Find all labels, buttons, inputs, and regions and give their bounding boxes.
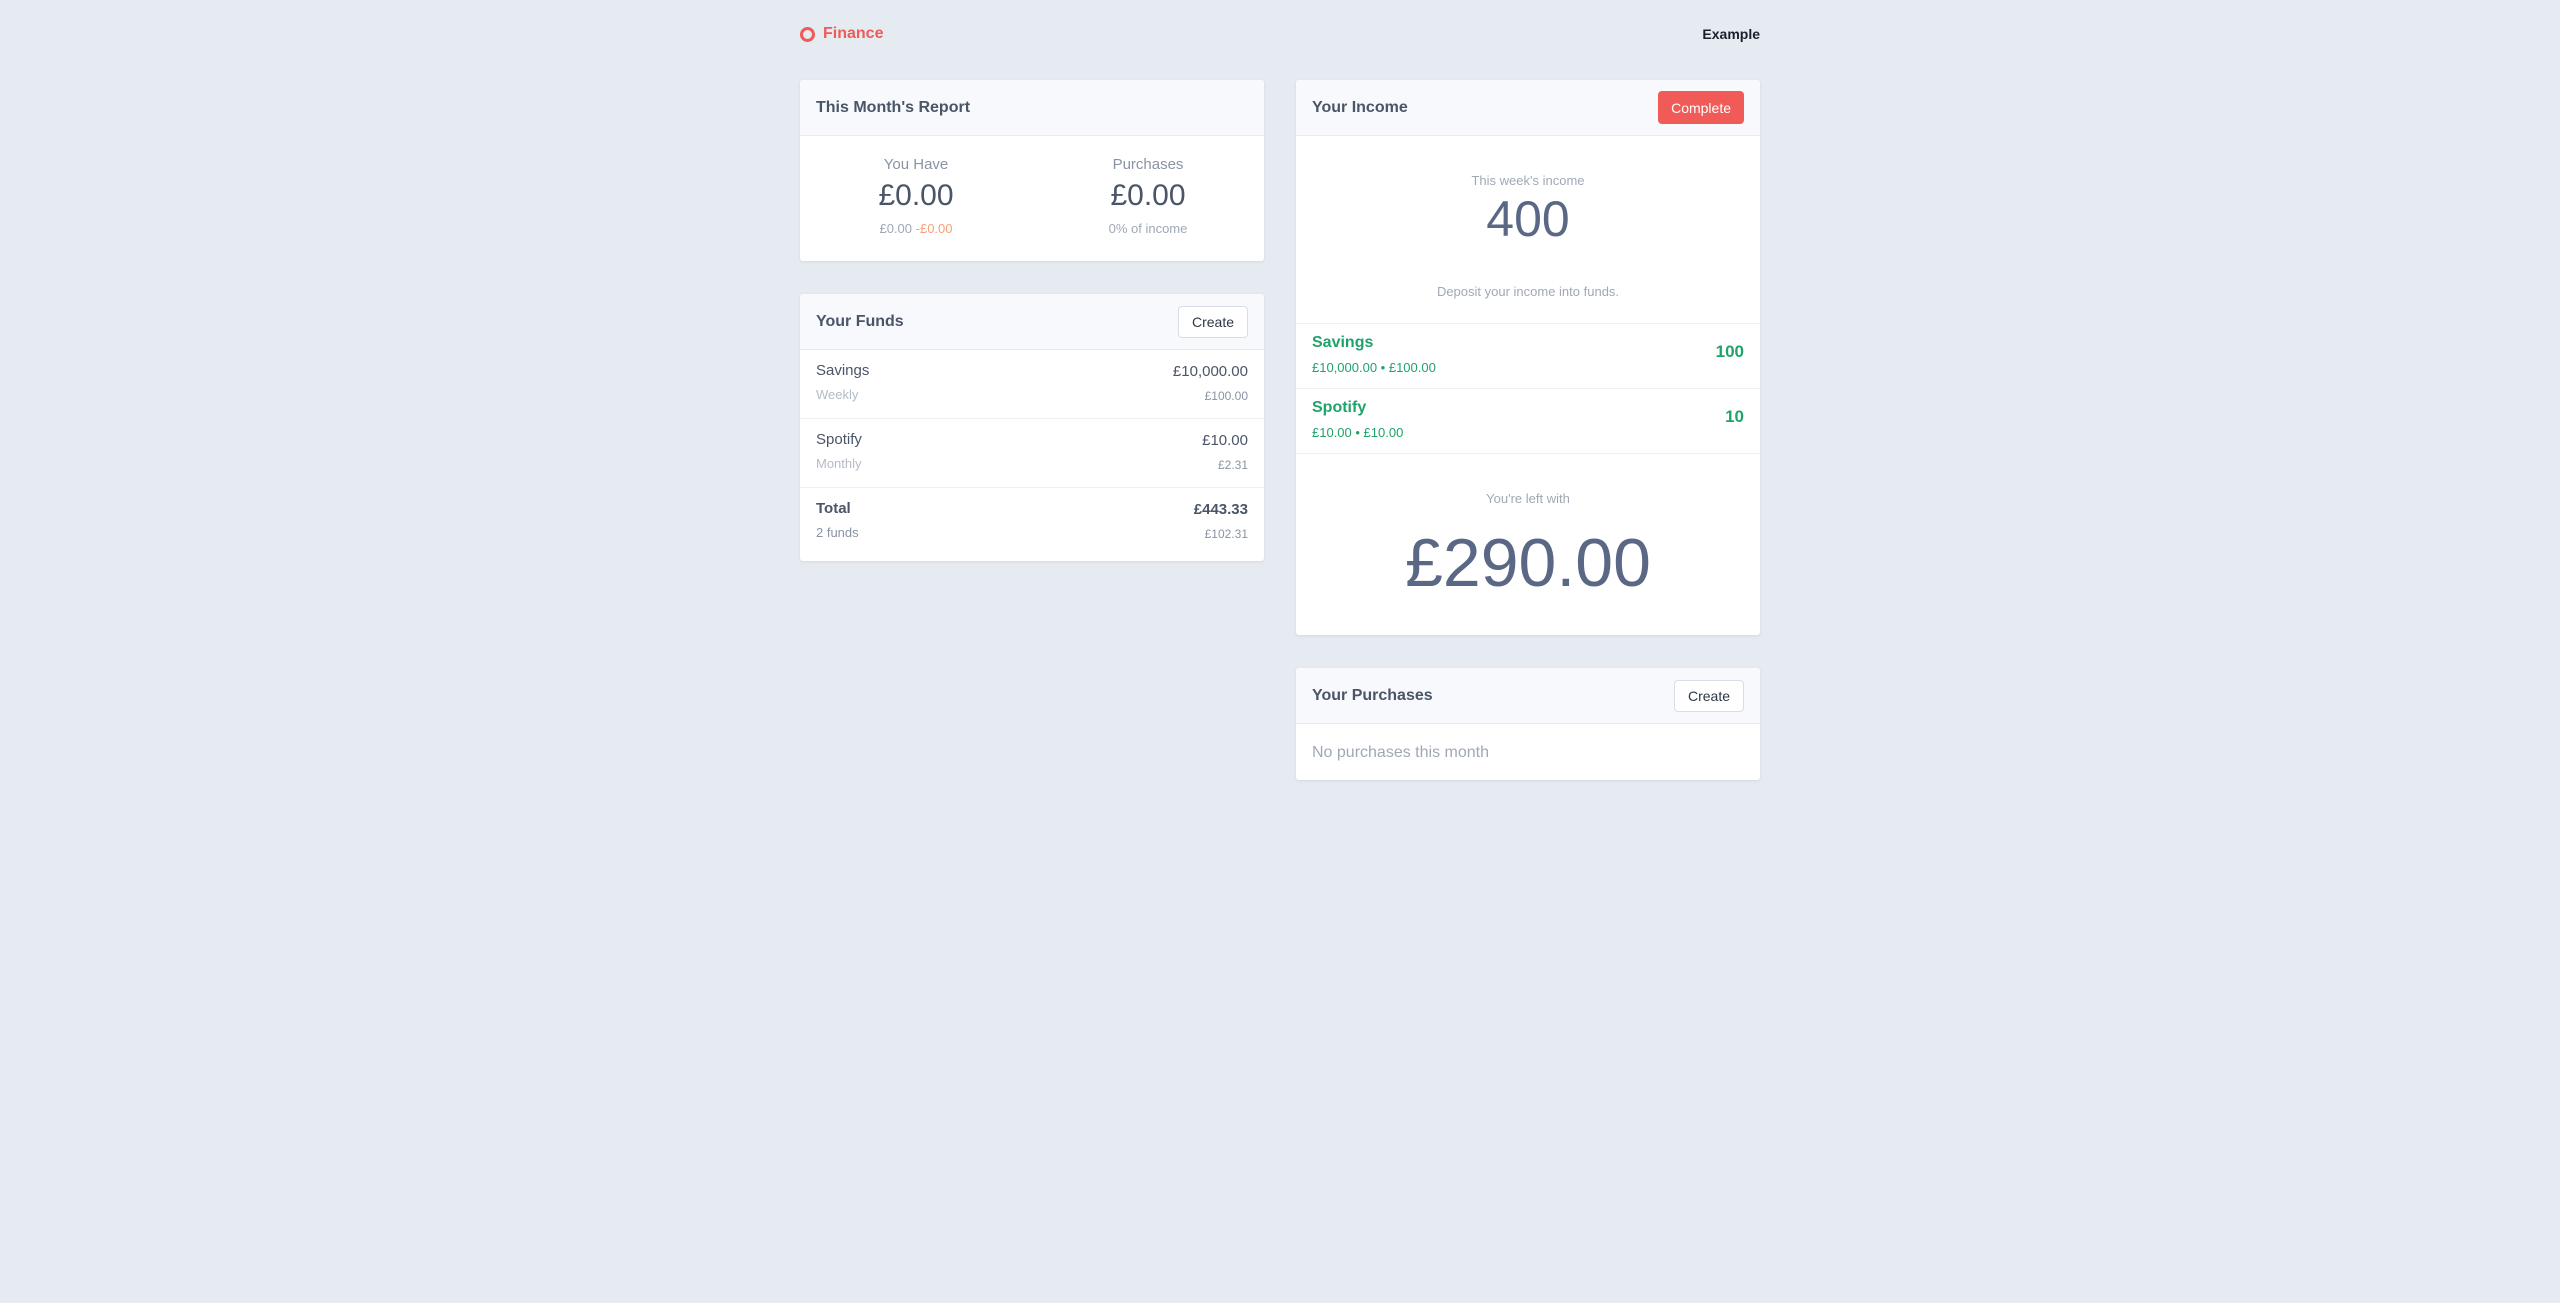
weekly-income-section: This week's income 400 Deposit your inco… (1296, 136, 1760, 324)
funds-card: Your Funds Create Savings Weekly £10,000… (800, 294, 1264, 561)
remaining-value: £290.00 (1405, 525, 1651, 601)
fund-rate: £100.00 (1204, 389, 1248, 403)
brand-link[interactable]: Finance (800, 25, 883, 43)
stat-label: You Have (883, 156, 949, 173)
card-header: Your Purchases Create (1296, 668, 1760, 724)
remaining-section: You're left with £290.00 (1296, 454, 1760, 602)
fund-frequency: Weekly (816, 387, 859, 402)
brand-name: Finance (823, 25, 884, 42)
card-header: This Month's Report (800, 80, 1264, 136)
total-amount: £443.33 (1193, 501, 1248, 518)
create-fund-button[interactable]: Create (1177, 305, 1248, 338)
card-header: Your Income Complete (1296, 80, 1760, 136)
fund-row[interactable]: Savings Weekly £10,000.00 £100.00 (800, 350, 1264, 419)
deposit-amount[interactable]: 10 (1725, 407, 1744, 427)
total-rate: £102.31 (1204, 527, 1248, 541)
stat-value: £0.00 (1110, 179, 1186, 212)
income-label: This week's income (1471, 173, 1585, 188)
balance-change: -£0.00 (915, 221, 953, 236)
monthly-report-card: This Month's Report You Have £0.00 £0.00… (800, 80, 1264, 261)
fund-frequency: Monthly (816, 456, 862, 471)
empty-state-text: No purchases this month (1312, 744, 1489, 761)
deposit-row[interactable]: Savings £10,000.00 • £100.00 100 (1296, 324, 1760, 389)
stat-value: £0.00 (878, 179, 954, 212)
stat-subtext: 0% of income (1108, 221, 1188, 236)
stat-label: Purchases (1112, 156, 1184, 173)
balance-amount: £0.00 (879, 221, 913, 236)
income-card: Your Income Complete This week's income … (1296, 80, 1760, 635)
user-menu-link[interactable]: Example (1702, 26, 1760, 42)
total-label: Total (816, 500, 851, 517)
create-purchase-button[interactable]: Create (1673, 679, 1744, 712)
card-title: This Month's Report (816, 98, 971, 116)
purchases-card: Your Purchases Create No purchases this … (1296, 668, 1760, 780)
fund-row[interactable]: Spotify Monthly £10.00 £2.31 (800, 419, 1264, 488)
stat-subtext: £0.00 -£0.00 (800, 221, 1032, 236)
card-title: Your Funds (816, 312, 904, 330)
fund-amount: £10.00 (1202, 432, 1248, 449)
purchases-stat: Purchases £0.00 0% of income (1032, 156, 1264, 236)
income-value[interactable]: 400 (1296, 190, 1760, 248)
deposit-fund-name: Savings (1312, 334, 1374, 351)
remaining-label: You're left with (1486, 491, 1570, 506)
funds-total-row: Total 2 funds £443.33 £102.31 (800, 488, 1264, 557)
card-header: Your Funds Create (800, 294, 1264, 350)
complete-button[interactable]: Complete (1658, 91, 1744, 124)
ring-logo-icon (800, 26, 815, 42)
top-bar: Finance Example (800, 22, 1760, 46)
you-have-stat: You Have £0.00 £0.00 -£0.00 (800, 156, 1032, 236)
fund-count: 2 funds (816, 525, 859, 540)
fund-name: Spotify (816, 431, 862, 448)
deposit-hint: Deposit your income into funds. (1436, 284, 1620, 299)
fund-amount: £10,000.00 (1172, 363, 1248, 380)
deposit-fund-name: Spotify (1312, 399, 1367, 416)
deposit-detail: £10.00 • £10.00 (1312, 425, 1404, 440)
deposit-row[interactable]: Spotify £10.00 • £10.00 10 (1296, 389, 1760, 454)
card-title: Your Income (1312, 98, 1408, 116)
fund-rate: £2.31 (1217, 458, 1248, 472)
page: Finance Example This Month's Report You … (0, 0, 2560, 1303)
card-title: Your Purchases (1312, 686, 1433, 704)
deposit-amount[interactable]: 100 (1716, 342, 1744, 362)
deposit-detail: £10,000.00 • £100.00 (1312, 360, 1436, 375)
report-body: You Have £0.00 £0.00 -£0.00 Purchases £0… (800, 136, 1264, 236)
